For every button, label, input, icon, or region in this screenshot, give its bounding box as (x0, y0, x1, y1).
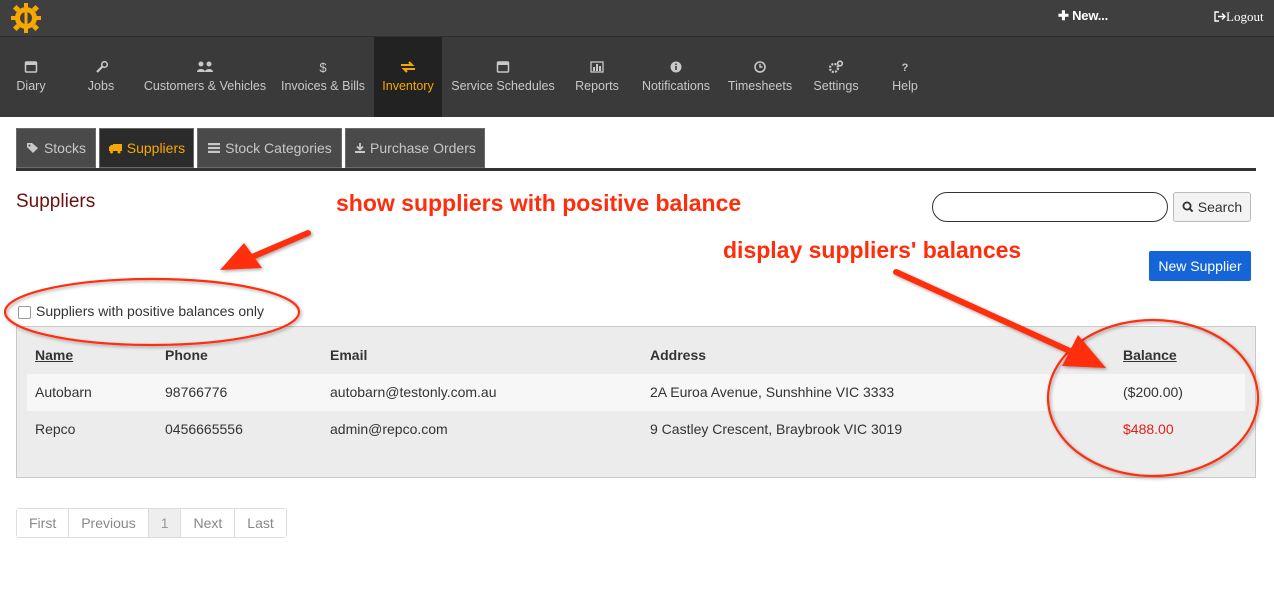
chart-icon (590, 61, 604, 73)
tags-icon (27, 143, 39, 153)
pagination-previous[interactable]: Previous (69, 509, 149, 537)
table-row[interactable]: Repco 0456665556 admin@repco.com 9 Castl… (27, 411, 1245, 448)
svg-text:$: $ (319, 60, 327, 75)
logout-label: Logout (1226, 9, 1264, 24)
tab-label: Purchase Orders (370, 140, 476, 156)
nav-label: Customers & Vehicles (143, 79, 267, 93)
nav-label: Inventory (382, 79, 434, 93)
svg-text:?: ? (902, 62, 909, 74)
search-button-label: Search (1197, 199, 1243, 215)
nav-label: Reports (575, 79, 619, 93)
logout-icon (1214, 11, 1226, 22)
cogs-icon (828, 60, 844, 74)
wrench-icon (96, 60, 109, 73)
cell-phone: 0456665556 (165, 421, 243, 437)
arrow-to-filter (220, 230, 311, 270)
tab-stocks[interactable]: Stocks (16, 128, 96, 168)
exchange-icon (401, 61, 415, 73)
page-title: Suppliers (16, 191, 96, 212)
tab-label: Stocks (43, 140, 86, 156)
pagination-first[interactable]: First (17, 509, 70, 537)
dollar-icon: $ (319, 60, 327, 75)
new-supplier-button[interactable]: New Supplier (1149, 251, 1251, 281)
tab-purchase-orders[interactable]: Purchase Orders (345, 128, 485, 168)
question-icon: ? (902, 62, 909, 74)
nav-label: Service Schedules (451, 79, 555, 93)
truck-icon (108, 144, 122, 154)
search-icon (1182, 201, 1194, 213)
search-button[interactable]: Search (1173, 192, 1251, 222)
tab-label: Suppliers (126, 140, 186, 156)
pagination-next[interactable]: Next (181, 509, 236, 537)
logout-button[interactable]: Logout (1214, 9, 1264, 25)
nav-label: Diary (16, 79, 46, 93)
calendar-icon (496, 61, 510, 73)
nav-service-schedules[interactable]: Service Schedules (446, 37, 560, 117)
nav-timesheets[interactable]: Timesheets (722, 37, 798, 117)
pagination-current-page: 1 (148, 509, 182, 537)
nav-label: Notifications (641, 79, 711, 93)
positive-balance-checkbox[interactable] (18, 306, 31, 319)
nav-reports[interactable]: Reports (566, 37, 628, 117)
search-input[interactable] (932, 192, 1168, 222)
nav-jobs[interactable]: Jobs (62, 37, 140, 117)
tab-suppliers[interactable]: Suppliers (99, 128, 194, 168)
annotation-filter-note: show suppliers with positive balance (336, 190, 742, 216)
cell-name: Autobarn (35, 384, 92, 400)
nav-label: Help (892, 79, 918, 93)
pagination-last[interactable]: Last (235, 509, 286, 537)
clock-icon (754, 61, 766, 73)
nav-label: Timesheets (727, 79, 793, 93)
list-icon (208, 143, 221, 153)
column-header-name[interactable]: Name (35, 347, 73, 363)
cell-email: admin@repco.com (330, 421, 448, 437)
nav-label: Jobs (87, 79, 115, 93)
nav-diary[interactable]: Diary (0, 37, 62, 117)
table-row[interactable]: Autobarn 98766776 autobarn@testonly.com.… (27, 374, 1245, 411)
download-icon (355, 143, 366, 153)
column-header-address: Address (650, 347, 707, 363)
cell-address: 9 Castley Crescent, Braybrook VIC 3019 (650, 421, 903, 437)
tab-label: Stock Categories (225, 140, 332, 156)
column-header-phone: Phone (165, 347, 208, 363)
column-header-email: Email (330, 347, 368, 363)
tab-stock-categories[interactable]: Stock Categories (197, 128, 342, 168)
main-nav: Diary Jobs Customers & Vehicles $ Invoic… (0, 37, 1274, 117)
cell-balance: $488.00 (1123, 421, 1174, 437)
cell-name: Repco (35, 421, 76, 437)
annotation-balance-note: display suppliers' balances (723, 237, 1022, 263)
nav-customers-vehicles[interactable]: Customers & Vehicles (140, 37, 270, 117)
nav-inventory[interactable]: Inventory (374, 37, 442, 117)
new-menu-button[interactable]: ✚ New... (1058, 8, 1108, 24)
nav-settings[interactable]: Settings (804, 37, 868, 117)
users-icon (197, 61, 213, 72)
positive-balance-label: Suppliers with positive balances only (36, 303, 265, 319)
pagination: First Previous 1 Next Last (16, 508, 287, 538)
nav-help[interactable]: ? Help (876, 37, 934, 117)
app-logo[interactable] (10, 2, 42, 34)
tab-divider (16, 168, 1256, 171)
info-icon (670, 61, 682, 73)
nav-invoices-bills[interactable]: $ Invoices & Bills (276, 37, 370, 117)
cell-phone: 98766776 (165, 384, 228, 400)
calendar-icon (24, 61, 38, 73)
cell-email: autobarn@testonly.com.au (330, 384, 497, 400)
column-header-balance[interactable]: Balance (1123, 347, 1177, 363)
nav-label: Settings (813, 79, 859, 93)
cell-balance: ($200.00) (1123, 384, 1183, 400)
cell-address: 2A Euroa Avenue, Sunshhine VIC 3333 (650, 384, 895, 400)
nav-label: Invoices & Bills (280, 79, 366, 93)
nav-notifications[interactable]: Notifications (636, 37, 716, 117)
